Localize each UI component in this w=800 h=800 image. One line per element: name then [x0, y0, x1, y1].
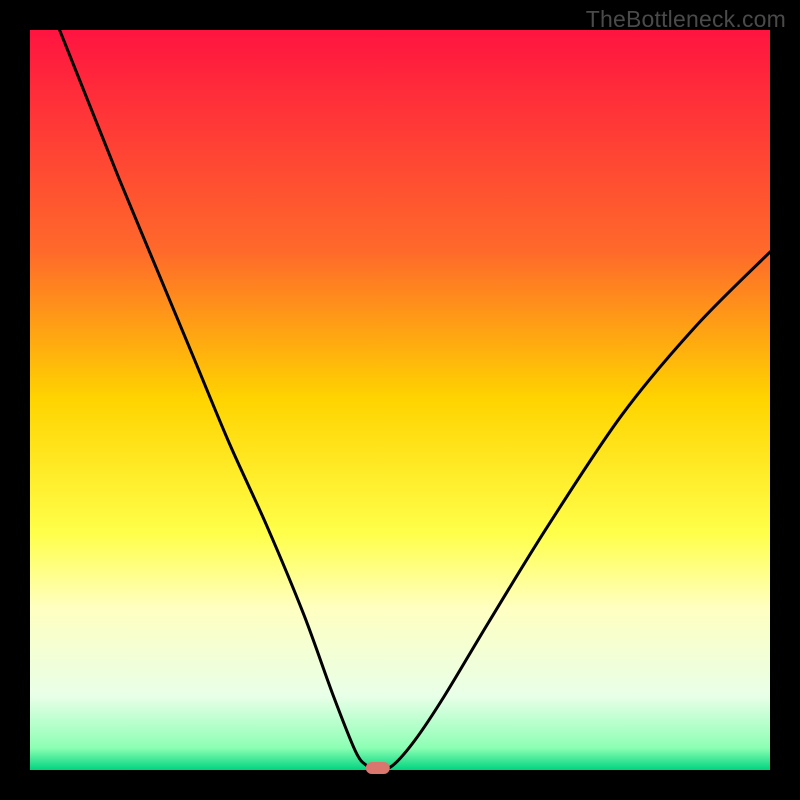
gradient-background — [30, 30, 770, 770]
minimum-marker — [366, 762, 390, 774]
bottleneck-chart — [0, 0, 800, 800]
watermark-label: TheBottleneck.com — [586, 6, 786, 33]
chart-frame: TheBottleneck.com — [0, 0, 800, 800]
